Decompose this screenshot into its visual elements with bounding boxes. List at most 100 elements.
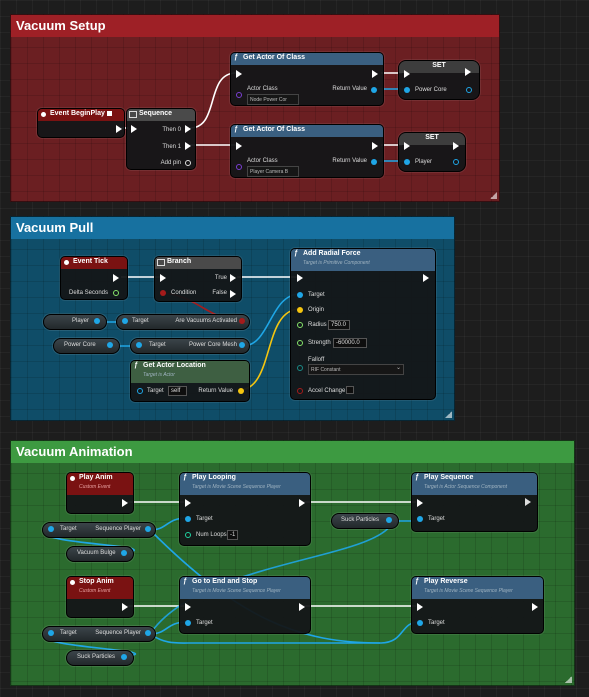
target-pin[interactable] [185,620,191,626]
exec-in-pin[interactable] [131,125,137,133]
strength-input[interactable]: -60000.0 [333,338,367,348]
resize-handle[interactable] [490,192,497,199]
return-value-pin[interactable] [371,87,377,93]
actor-class-pin[interactable] [236,92,242,98]
radius-pin[interactable] [297,322,303,328]
exec-out-pin[interactable] [299,603,305,611]
exec-in-pin[interactable] [404,70,410,78]
exec-in-pin[interactable] [417,603,423,611]
bool-out-pin[interactable] [239,318,245,324]
delta-seconds-pin[interactable] [113,290,119,296]
play-looping-node[interactable]: ƒ Play Looping Target is Movie Scene Seque… [179,472,311,546]
exec-in-pin[interactable] [404,142,410,150]
target-pin[interactable] [48,630,54,636]
var-out-pin[interactable] [94,318,100,324]
var-out-pin[interactable] [107,342,113,348]
set-power-core-node[interactable]: SET Power Core [398,60,480,100]
sequence-node[interactable]: Sequence Then 0 Then 1 Add pin [126,108,196,170]
target-input[interactable]: self [168,386,187,396]
accel-change-checkbox[interactable] [346,386,354,394]
actor-class-pin[interactable] [236,164,242,170]
power-core-property-getter[interactable]: Target Power Core Mesh [130,338,250,354]
target-pin[interactable] [297,292,303,298]
play-anim-event-node[interactable]: Play Anim Custom Event [66,472,134,514]
event-tick-node[interactable]: Event Tick Delta Seconds [60,256,128,300]
return-value-pin[interactable] [371,159,377,165]
comment-title[interactable]: Vacuum Setup [11,15,499,37]
get-actor-location-node[interactable]: ƒ Get Actor Location Target is Actor Targe… [130,360,250,402]
exec-out-pin[interactable] [122,499,128,507]
true-pin[interactable] [230,274,236,282]
play-reverse-node[interactable]: ƒ Play Reverse Target is Movie Scene Seque… [411,576,544,634]
resize-handle[interactable] [445,411,452,418]
power-core-variable[interactable]: Power Core [53,338,120,354]
target-pin[interactable] [122,318,128,324]
object-out-pin[interactable] [145,630,151,636]
exec-in-pin[interactable] [160,274,166,282]
target-pin[interactable] [417,620,423,626]
return-value-pin[interactable] [238,388,244,394]
player-property-getter[interactable]: Target Are Vacuums Activated [116,314,250,330]
origin-pin[interactable] [297,307,303,313]
get-actor-of-class-node-2[interactable]: ƒ Get Actor Of Class Actor Class Player C… [230,124,384,178]
falloff-dropdown[interactable]: RIF Constant [308,364,404,375]
branch-node[interactable]: Branch True Condition False [154,256,242,302]
add-pin-icon[interactable] [185,160,191,166]
target-pin[interactable] [136,342,142,348]
add-pin-button[interactable]: Add pin [161,160,181,166]
target-pin[interactable] [137,388,143,394]
accel-change-pin[interactable] [297,388,303,394]
var-out-pin[interactable] [121,550,127,556]
exec-in-pin[interactable] [297,274,303,282]
exec-out-pin[interactable] [372,70,378,78]
target-pin[interactable] [48,526,54,532]
target-pin[interactable] [417,516,423,522]
strength-pin[interactable] [297,340,303,346]
exec-in-pin[interactable] [236,70,242,78]
get-actor-of-class-node-1[interactable]: ƒ Get Actor Of Class Actor Class Node Pow… [230,52,384,106]
condition-pin[interactable] [160,290,166,296]
object-out-pin[interactable] [239,342,245,348]
falloff-pin[interactable] [297,365,303,371]
exec-out-pin[interactable] [116,125,122,133]
exec-out-pin[interactable] [532,603,538,611]
object-out-pin[interactable] [145,526,151,532]
target-pin[interactable] [185,516,191,522]
player-out-pin[interactable] [453,159,459,165]
var-out-pin[interactable] [386,517,392,523]
comment-title[interactable]: Vacuum Pull [11,217,454,239]
num-loops-pin[interactable] [185,532,191,538]
radius-input[interactable]: 750.0 [328,320,350,330]
then1-pin[interactable] [185,142,191,150]
exec-out-pin[interactable] [372,142,378,150]
exec-out-pin[interactable] [453,142,459,150]
power-core-in-pin[interactable] [404,87,410,93]
go-to-end-and-stop-node[interactable]: ƒ Go to End and Stop Target is Movie Scene… [179,576,311,634]
exec-out-pin[interactable] [122,603,128,611]
resize-handle[interactable] [565,676,572,683]
event-beginplay-node[interactable]: Event BeginPlay [37,108,125,138]
false-pin[interactable] [230,290,236,298]
vacuum-bulge-variable[interactable]: Vacuum Bulge [66,546,134,562]
add-radial-force-node[interactable]: ƒ Add Radial Force Target is Primitive Com… [290,248,436,400]
exec-out-pin[interactable] [423,274,429,282]
actor-class-dropdown[interactable]: Player Camera B [247,166,299,177]
player-in-pin[interactable] [404,159,410,165]
exec-out-pin[interactable] [299,499,305,507]
exec-in-pin[interactable] [185,499,191,507]
play-sequence-node[interactable]: ƒ Play Sequence Target is Actor Sequence C… [411,472,538,532]
suck-particles-variable-1[interactable]: Suck Particles [331,513,399,529]
player-variable[interactable]: Player [43,314,107,330]
exec-in-pin[interactable] [417,499,423,507]
exec-in-pin[interactable] [236,142,242,150]
delegate-pin[interactable] [107,111,112,116]
var-out-pin[interactable] [121,654,127,660]
power-core-out-pin[interactable] [466,87,472,93]
then0-pin[interactable] [185,125,191,133]
actor-class-dropdown[interactable]: Node Power Cor [247,94,299,105]
set-player-node[interactable]: SET Player [398,132,466,172]
suck-particles-variable-2[interactable]: Suck Particles [66,650,134,666]
comment-title[interactable]: Vacuum Animation [11,441,574,463]
sequence-player-getter-2[interactable]: Target Sequence Player [42,626,156,642]
sequence-player-getter-1[interactable]: Target Sequence Player [42,522,156,538]
